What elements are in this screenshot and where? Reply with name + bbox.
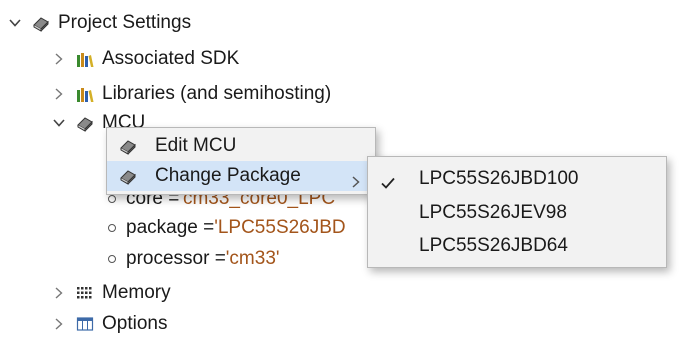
chevron-right-icon[interactable] — [52, 87, 66, 101]
chevron-right-icon[interactable] — [52, 286, 66, 300]
book-icon — [119, 137, 137, 155]
bullet-icon — [108, 224, 116, 232]
tree-item-memory[interactable]: Memory — [52, 278, 171, 308]
tree-item-processor[interactable]: processor = 'cm33' — [108, 244, 280, 274]
memory-chip-icon — [76, 284, 94, 302]
chevron-right-icon[interactable] — [52, 52, 66, 66]
property-value: 'LPC55S26JBD — [214, 217, 346, 238]
book-icon — [32, 14, 50, 32]
menu-item-label: Edit MCU — [155, 135, 237, 156]
book-icon — [76, 114, 94, 132]
menu-item-label: LPC55S26JBD100 — [419, 168, 579, 189]
chevron-down-icon[interactable] — [52, 116, 66, 130]
check-icon — [380, 171, 396, 201]
context-menu: Edit MCU Change Package — [106, 127, 376, 195]
tree-item-label: Memory — [102, 282, 171, 303]
menu-item-label: LPC55S26JEV98 — [419, 202, 567, 223]
menu-item-package-option[interactable]: LPC55S26JBD64 — [368, 231, 666, 261]
bullet-icon — [108, 255, 116, 263]
chevron-down-icon[interactable] — [8, 16, 22, 30]
menu-item-label: Change Package — [155, 165, 301, 186]
bullet-icon — [108, 195, 116, 203]
tree-item-label: Associated SDK — [102, 48, 240, 69]
package-submenu: LPC55S26JBD100 LPC55S26JEV98 LPC55S26JBD… — [367, 156, 667, 268]
chevron-right-icon[interactable] — [52, 317, 66, 331]
menu-item-edit-mcu[interactable]: Edit MCU — [107, 131, 375, 161]
menu-item-change-package[interactable]: Change Package — [107, 161, 375, 191]
tree-item-label: Libraries (and semihosting) — [102, 83, 332, 104]
tree-item-label: Options — [102, 313, 168, 334]
book-icon — [119, 167, 137, 185]
menu-item-package-option[interactable]: LPC55S26JEV98 — [368, 198, 666, 228]
library-books-icon — [76, 50, 94, 68]
tree-item-associated-sdk[interactable]: Associated SDK — [52, 44, 239, 74]
menu-item-package-option[interactable]: LPC55S26JBD100 — [368, 164, 666, 194]
property-key: package = — [126, 217, 215, 238]
library-books-icon — [76, 85, 94, 103]
tree-item-package[interactable]: package = 'LPC55S26JBD — [108, 213, 346, 243]
chevron-right-icon — [351, 169, 361, 199]
property-key: processor = — [126, 248, 226, 269]
menu-item-label: LPC55S26JBD64 — [419, 235, 568, 256]
tree-item-project-settings[interactable]: Project Settings — [8, 8, 191, 38]
table-icon — [76, 315, 94, 333]
tree-item-libraries[interactable]: Libraries (and semihosting) — [52, 79, 331, 109]
tree-item-options[interactable]: Options — [52, 309, 167, 339]
tree-item-label: Project Settings — [58, 12, 192, 33]
property-value: 'cm33' — [225, 248, 280, 269]
